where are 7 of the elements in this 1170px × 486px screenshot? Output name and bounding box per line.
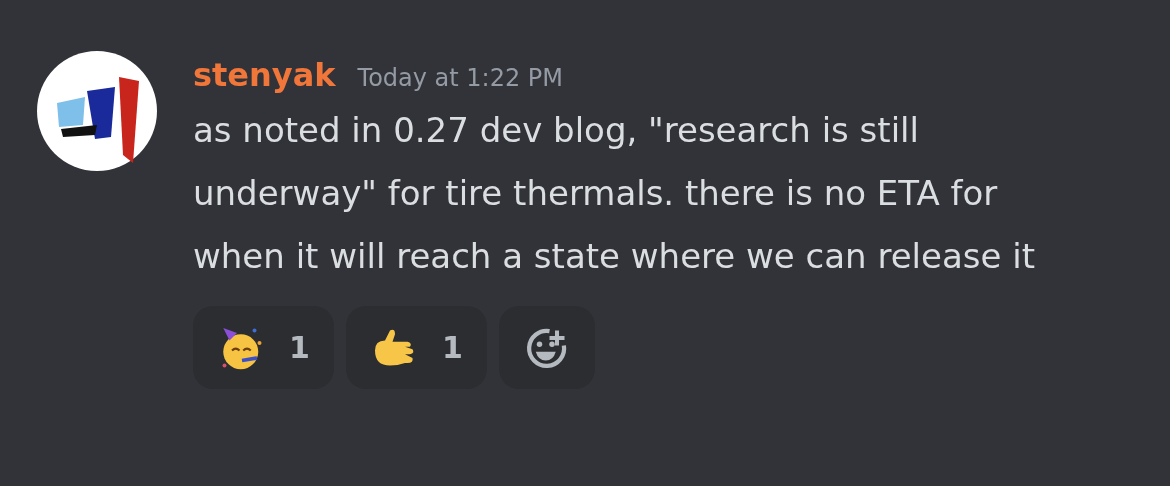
add-reaction-button[interactable] <box>498 306 595 389</box>
reaction-button[interactable]: 1 <box>193 306 334 389</box>
timestamp: Today at 1:22 PM <box>357 63 564 94</box>
username[interactable]: stenyak <box>193 55 336 95</box>
message-text: as noted in 0.27 dev blog, "research is still underway" for tire thermals. there is no ETA for when it will reach a state where we can release it <box>193 109 1036 278</box>
reaction-button[interactable]: 1 <box>345 306 487 389</box>
avatar[interactable] <box>37 51 157 171</box>
